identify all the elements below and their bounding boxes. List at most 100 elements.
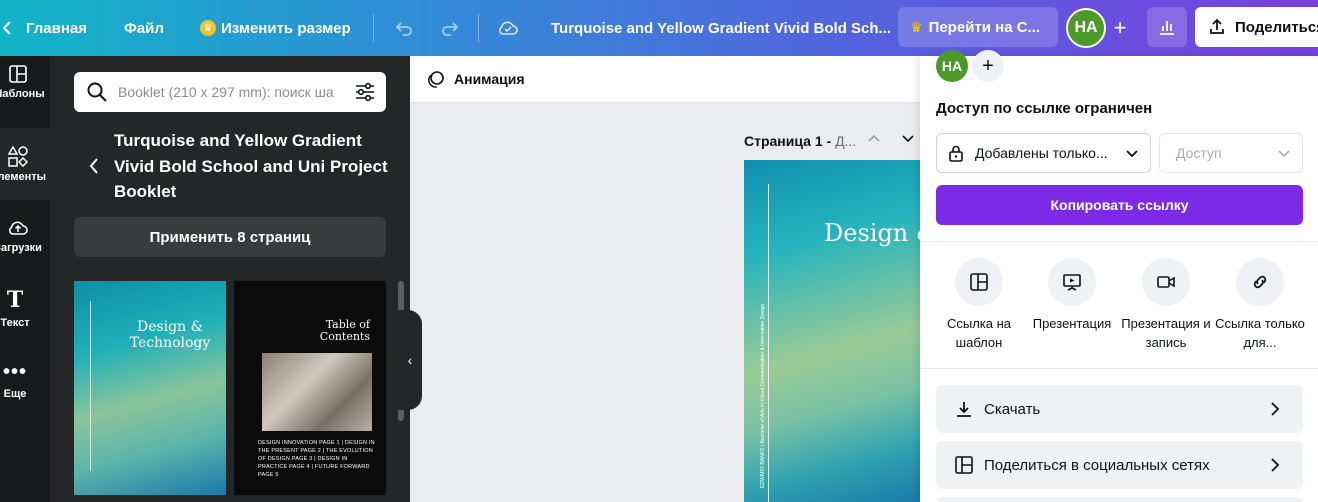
search-icon: [87, 82, 107, 102]
upgrade-label: Перейти на С...: [928, 18, 1041, 36]
rail-label: Загрузки: [0, 242, 42, 254]
redo-icon[interactable]: [436, 14, 464, 42]
editor-toolbar: Анимация: [410, 56, 920, 103]
user-avatar[interactable]: НА: [1066, 8, 1106, 48]
divider: [478, 14, 479, 42]
link-access-value: Добавлены только...: [975, 145, 1108, 161]
template-title: Turquoise and Yellow Gradient Vivid Bold…: [114, 131, 388, 201]
divider: [920, 368, 1318, 369]
canvas-title[interactable]: Design & Technology: [824, 220, 924, 246]
collapse-panel-handle[interactable]: ‹: [398, 310, 422, 410]
canvas-vertical-text[interactable]: EDWARD BANKS | Bachelor of Arts in Visua…: [760, 304, 766, 488]
filter-sliders-icon[interactable]: [354, 81, 376, 103]
social-layout-icon: [955, 456, 973, 474]
templates-icon: [9, 65, 27, 83]
animation-label: Анимация: [454, 71, 525, 87]
chevron-down-icon: [1278, 150, 1290, 158]
rail-item-uploads[interactable]: Загрузки: [0, 200, 50, 272]
lock-icon: [949, 145, 963, 162]
rail-label: Шаблоны: [0, 88, 45, 100]
template-link-icon: [955, 258, 1003, 306]
add-people-button[interactable]: +: [972, 50, 1004, 82]
option-label: Ссылка только для...: [1215, 316, 1305, 350]
analytics-button[interactable]: [1147, 7, 1187, 47]
chevron-right-icon: [1271, 458, 1280, 472]
undo-icon[interactable]: [390, 14, 418, 42]
link-access-select[interactable]: Добавлены только...: [936, 133, 1151, 173]
back-chevron-icon[interactable]: [88, 156, 100, 182]
share-button[interactable]: Поделиться: [1195, 7, 1318, 47]
option-label: Презентация и запись: [1121, 316, 1211, 350]
more-row[interactable]: [936, 497, 1303, 502]
page-label[interactable]: Страница 1 - Д...: [744, 133, 856, 149]
page-number: Страница 1 -: [744, 133, 836, 149]
video-camera-icon: [1142, 258, 1190, 306]
document-title[interactable]: Turquoise and Yellow Gradient Vivid Bold…: [551, 0, 891, 56]
presentation-icon: [1048, 258, 1096, 306]
option-label: Презентация: [1032, 316, 1112, 331]
cloud-saved-icon[interactable]: [494, 14, 522, 42]
left-rail: Шаблоны Элементы Загрузки T Текст ••• Ещ…: [0, 56, 50, 502]
social-share-row[interactable]: Поделиться в социальных сетях: [936, 441, 1303, 489]
access-title: Доступ по ссылке ограничен: [936, 100, 1153, 117]
animation-button[interactable]: Анимация: [426, 69, 525, 89]
rail-item-text[interactable]: T Текст: [0, 272, 50, 344]
chevron-left-icon: ‹: [407, 352, 413, 368]
resize-button[interactable]: ♛ Изменить размер: [200, 0, 351, 56]
thumbnail-title: Table of Contents: [319, 318, 370, 343]
thumbnail-image: [262, 353, 372, 431]
search-input[interactable]: [118, 80, 346, 104]
resize-label: Изменить размер: [221, 19, 351, 37]
download-label: Скачать: [984, 400, 1041, 418]
thumbnail-contents-text: DESIGN INNOVATION PAGE 1 | DESIGN IN THE…: [258, 440, 375, 478]
collaborator-avatar[interactable]: НА: [936, 50, 968, 82]
rail-label: Еще: [3, 387, 27, 400]
decor-line: [90, 301, 91, 471]
rail-item-templates[interactable]: Шаблоны: [0, 46, 50, 118]
crown-icon: ♛: [910, 18, 923, 35]
copy-link-button[interactable]: Копировать ссылку: [936, 185, 1303, 225]
share-option-present[interactable]: Презентация: [1025, 258, 1119, 333]
share-label: Поделиться: [1234, 18, 1318, 36]
top-bar: Главная Файл ♛ Изменить размер Turquoise…: [0, 0, 1318, 56]
share-option-view-link[interactable]: Ссылка только для...: [1213, 258, 1307, 352]
bar-chart-icon: [1160, 21, 1174, 35]
role-select[interactable]: Доступ: [1159, 133, 1303, 173]
page-up-icon[interactable]: [866, 130, 882, 151]
divider: [920, 241, 1318, 242]
share-dropdown: НА + Доступ по ссылке ограничен Добавлен…: [920, 50, 1318, 502]
template-page-thumbnail[interactable]: Design & Technology: [74, 281, 226, 495]
crown-icon: ♛: [200, 20, 216, 36]
option-label: Ссылка на шаблон: [946, 316, 1012, 350]
role-value: Доступ: [1176, 145, 1222, 161]
elements-icon: [7, 145, 29, 167]
file-menu-button[interactable]: Файл: [124, 0, 164, 56]
thumbnail-title: Design & Technology: [129, 319, 211, 351]
download-icon: [957, 402, 971, 417]
share-option-present-record[interactable]: Презентация и запись: [1119, 258, 1213, 352]
link-icon: [1236, 258, 1284, 306]
chevron-right-icon: [1271, 402, 1280, 416]
rail-label: Текст: [0, 317, 30, 329]
animation-icon: [428, 71, 444, 88]
rail-item-more[interactable]: ••• Еще: [0, 344, 50, 416]
chevron-down-icon: [1126, 150, 1138, 158]
upgrade-button[interactable]: ♛ Перейти на С...: [898, 7, 1058, 47]
share-option-template-link[interactable]: Ссылка на шаблон: [932, 258, 1026, 352]
divider: [373, 14, 374, 42]
rail-label: Элементы: [0, 171, 47, 183]
design-canvas-page[interactable]: Design & Technology EDWARD BANKS | Bache…: [744, 160, 924, 502]
page-subtitle: Д...: [835, 133, 857, 149]
page-down-icon[interactable]: [900, 130, 916, 151]
more-dots-icon: •••: [2, 360, 27, 383]
template-page-thumbnail[interactable]: Table of Contents DESIGN INNOVATION PAGE…: [234, 281, 386, 495]
apply-pages-button[interactable]: Применить 8 страниц: [74, 217, 386, 257]
upload-icon: [1210, 18, 1224, 34]
template-search-box[interactable]: [74, 72, 386, 112]
download-row[interactable]: Скачать: [936, 385, 1303, 433]
cloud-upload-icon: [9, 221, 28, 235]
add-collaborator-button[interactable]: +: [1108, 14, 1132, 42]
social-share-label: Поделиться в социальных сетях: [984, 456, 1210, 474]
rail-item-elements[interactable]: Элементы: [0, 128, 50, 200]
templates-panel: Turquoise and Yellow Gradient Vivid Bold…: [50, 56, 410, 502]
